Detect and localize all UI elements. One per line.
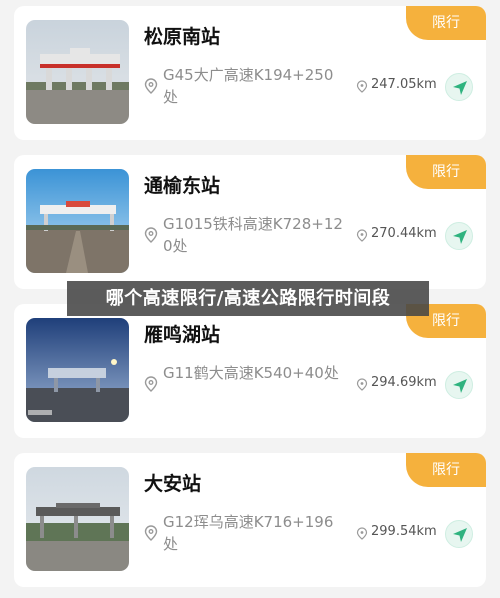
station-distance: 299.54km [371, 524, 437, 539]
location-pin-icon [144, 78, 158, 94]
navigate-arrow-icon [453, 230, 467, 244]
overlay-title-banner: 哪个高速限行/高速公路限行时间段 [67, 281, 429, 316]
navigate-button[interactable] [445, 520, 473, 548]
distance-pin-icon [356, 527, 368, 540]
navigate-arrow-icon [453, 81, 467, 95]
station-photo [26, 318, 129, 422]
station-card[interactable]: 雁鸣湖站 限行 G11鹤大高速K540+40处 294.69km [14, 304, 486, 438]
navigate-arrow-icon [453, 528, 467, 542]
restriction-badge: 限行 [406, 155, 486, 189]
station-card[interactable]: 通榆东站 限行 G1015铁科高速K728+120处 270.44km [14, 155, 486, 289]
station-address: G1015铁科高速K728+120处 [163, 215, 343, 255]
navigate-button[interactable] [445, 222, 473, 250]
station-address: G12珲乌高速K716+196处 [163, 513, 334, 553]
restriction-badge: 限行 [406, 6, 486, 40]
station-name: 雁鸣湖站 [144, 324, 221, 346]
station-photo [26, 169, 129, 273]
station-card[interactable]: 大安站 限行 G12珲乌高速K716+196处 299.54km [14, 453, 486, 587]
station-photo [26, 20, 129, 124]
distance-pin-icon [356, 80, 368, 93]
station-name: 通榆东站 [144, 175, 221, 197]
restriction-badge: 限行 [406, 453, 486, 487]
distance-pin-icon [356, 229, 368, 242]
station-card[interactable]: 松原南站 限行 G45大广高速K194+250处 247.05km [14, 6, 486, 140]
location-pin-icon [144, 376, 158, 392]
station-distance: 247.05km [371, 77, 437, 92]
distance-pin-icon [356, 378, 368, 391]
navigate-button[interactable] [445, 371, 473, 399]
location-pin-icon [144, 525, 158, 541]
navigate-arrow-icon [453, 379, 467, 393]
station-name: 大安站 [144, 473, 202, 495]
station-distance: 294.69km [371, 375, 437, 390]
station-photo [26, 467, 129, 571]
location-pin-icon [144, 227, 158, 243]
station-distance: 270.44km [371, 226, 437, 241]
station-name: 松原南站 [144, 26, 221, 48]
navigate-button[interactable] [445, 73, 473, 101]
station-address: G45大广高速K194+250处 [163, 66, 334, 106]
station-address: G11鹤大高速K540+40处 [163, 364, 339, 382]
